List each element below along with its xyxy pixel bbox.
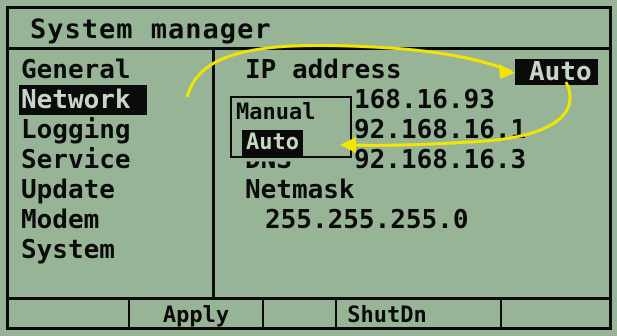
arrowhead-right [499,64,515,79]
arrow-to-auto-option [347,81,572,147]
annotation-arrows [185,44,572,153]
arrow-to-auto-badge [185,44,513,98]
lcd-screen: System manager General Network Logging S… [0,0,617,336]
arrowhead-left [340,137,356,153]
